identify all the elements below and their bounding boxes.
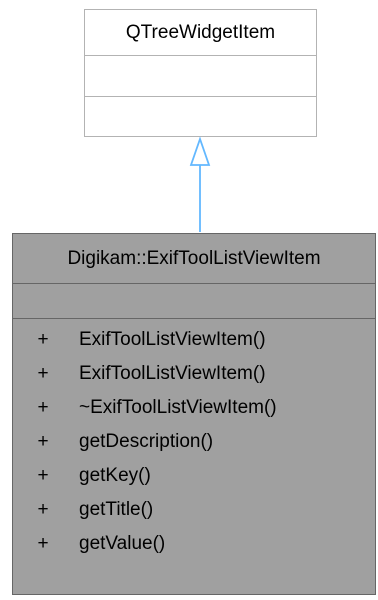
method-name: getTitle() (79, 499, 154, 520)
child-class-box[interactable]: Digikam::ExifToolListViewItem + ExifTool… (12, 233, 376, 595)
method-name: getValue() (79, 533, 166, 554)
method-row[interactable]: + getTitle() (13, 493, 375, 527)
method-row[interactable]: + getValue() (13, 527, 375, 561)
method-visibility: + (37, 533, 49, 554)
method-row[interactable]: + getKey() (13, 459, 375, 493)
method-visibility: + (37, 499, 49, 520)
method-visibility: + (37, 397, 49, 418)
method-visibility: + (37, 363, 49, 384)
method-name: ~ExifToolListViewItem() (79, 397, 277, 418)
method-name: getDescription() (79, 431, 214, 452)
method-row[interactable]: + ExifToolListViewItem() (13, 323, 375, 357)
method-name: getKey() (79, 465, 151, 486)
child-class-methods-section: + ExifToolListViewItem() + ExifToolListV… (13, 319, 375, 561)
method-row[interactable]: + ~ExifToolListViewItem() (13, 391, 375, 425)
method-row[interactable]: + ExifToolListViewItem() (13, 357, 375, 391)
method-row[interactable]: + getDescription() (13, 425, 375, 459)
method-visibility: + (37, 465, 49, 486)
method-visibility: + (37, 329, 49, 350)
inheritance-arrowhead-icon (189, 136, 211, 166)
method-name: ExifToolListViewItem() (79, 363, 266, 384)
child-class-name: Digikam::ExifToolListViewItem (13, 234, 375, 284)
method-name: ExifToolListViewItem() (79, 329, 266, 350)
child-class-attributes-section (13, 284, 375, 319)
method-visibility: + (37, 431, 49, 452)
